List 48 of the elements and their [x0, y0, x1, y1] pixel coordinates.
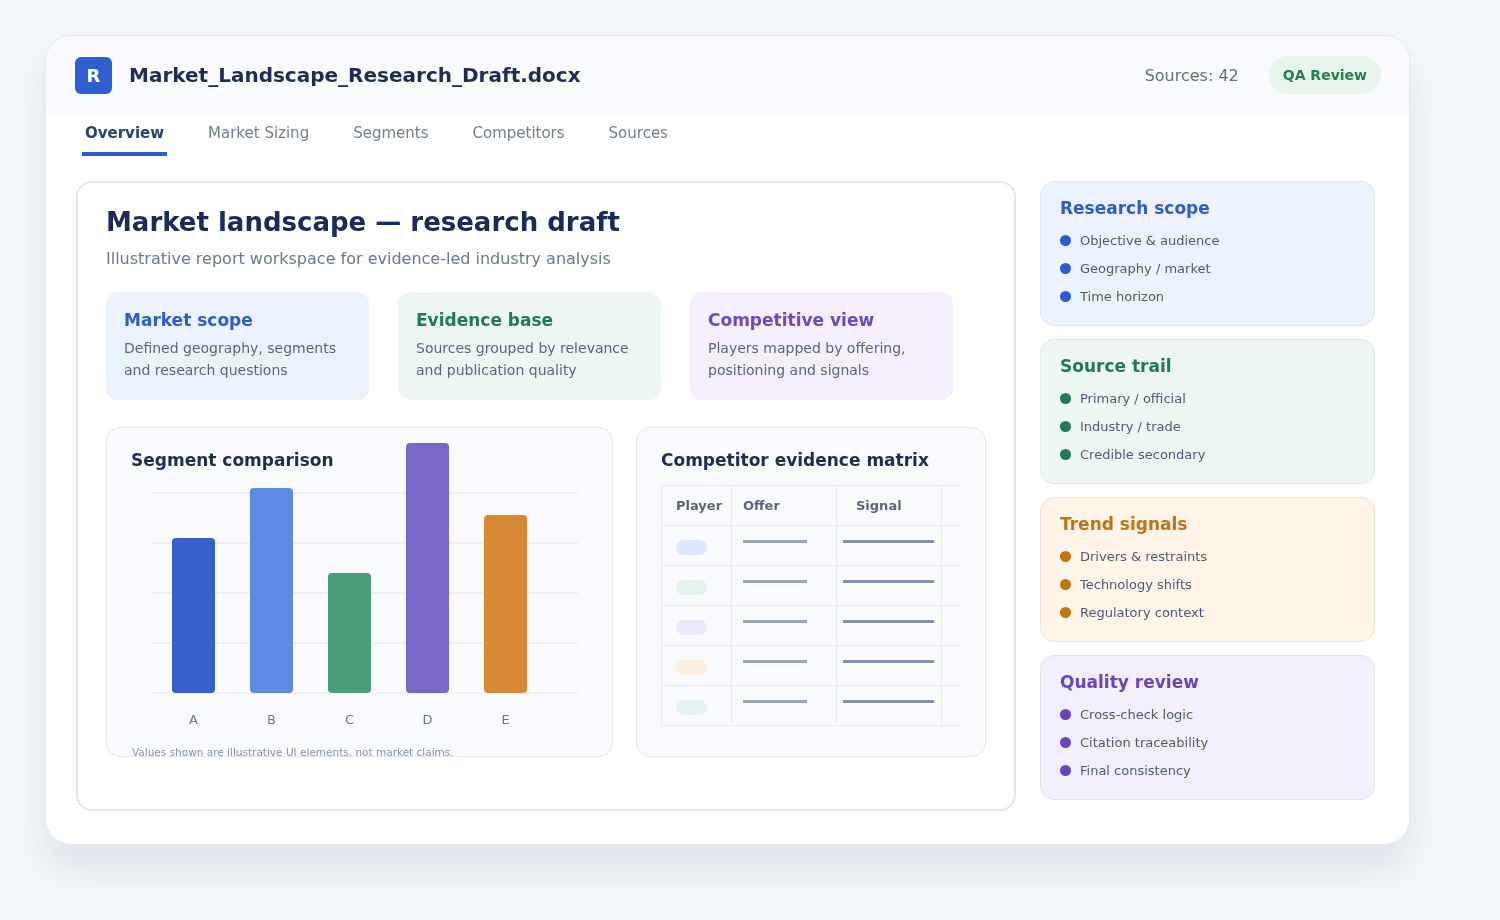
- tab[interactable]: Overview: [82, 114, 168, 156]
- list-item: Geography / market: [1080, 260, 1211, 276]
- list-item: Final consistency: [1080, 762, 1191, 778]
- tab[interactable]: Competitors: [469, 114, 568, 156]
- tab[interactable]: Market Sizing: [205, 114, 313, 156]
- sources-count: Sources: 42: [1144, 65, 1239, 85]
- card-text: Defined geography, segments and research questions: [124, 339, 337, 380]
- axis-label: E: [501, 712, 510, 727]
- panel-title: Quality review: [1060, 672, 1200, 692]
- tab[interactable]: Sources: [605, 114, 671, 156]
- panel-title: Source trail: [1060, 356, 1173, 376]
- column-header: Player: [662, 486, 732, 525]
- page-subtitle: Illustrative report workspace for evidence-led industry analysis: [106, 249, 612, 268]
- chart-title: Segment comparison: [130, 449, 334, 470]
- axis-label: B: [267, 712, 276, 727]
- panel-title: Trend signals: [1060, 514, 1189, 534]
- card-text: Sources grouped by relevance and publication quality: [416, 339, 630, 380]
- card-text: Players mapped by offering, positioning and signals: [708, 339, 907, 380]
- axis-label: C: [344, 712, 355, 727]
- matrix-title: Competitor evidence matrix: [660, 449, 930, 470]
- placeholder-line: [743, 660, 807, 663]
- list-item: Cross-check logic: [1080, 706, 1194, 722]
- list-item: Citation traceability: [1080, 734, 1209, 750]
- column-header: Offer: [732, 486, 837, 525]
- tab[interactable]: Segments: [350, 114, 432, 156]
- list-item: Time horizon: [1080, 288, 1165, 304]
- axis-label: D: [422, 712, 433, 727]
- list-item: Technology shifts: [1080, 576, 1192, 592]
- placeholder-line: [743, 700, 807, 703]
- card-title: Evidence base: [416, 310, 555, 330]
- panel-title: Research scope: [1060, 198, 1211, 218]
- placeholder-line: [743, 580, 807, 583]
- card-title: Market scope: [124, 310, 254, 330]
- column-header: Signal: [837, 486, 942, 525]
- placeholder-line: [743, 620, 807, 623]
- status-badge: QA Review: [1268, 56, 1381, 94]
- card-title: Competitive view: [708, 310, 876, 330]
- placeholder-line: [743, 540, 807, 543]
- app-logo: R: [75, 56, 112, 94]
- axis-label: A: [189, 712, 198, 727]
- list-item: Objective & audience: [1080, 232, 1220, 248]
- page-title: Market landscape — research draft: [106, 207, 621, 237]
- list-item: Regulatory context: [1080, 604, 1204, 620]
- list-item: Industry / trade: [1080, 418, 1181, 434]
- list-item: Primary / official: [1080, 390, 1186, 406]
- list-item: Drivers & restraints: [1080, 548, 1208, 564]
- list-item: Credible secondary: [1080, 446, 1206, 462]
- document-title: Market_Landscape_Research_Draft.docx: [129, 63, 582, 87]
